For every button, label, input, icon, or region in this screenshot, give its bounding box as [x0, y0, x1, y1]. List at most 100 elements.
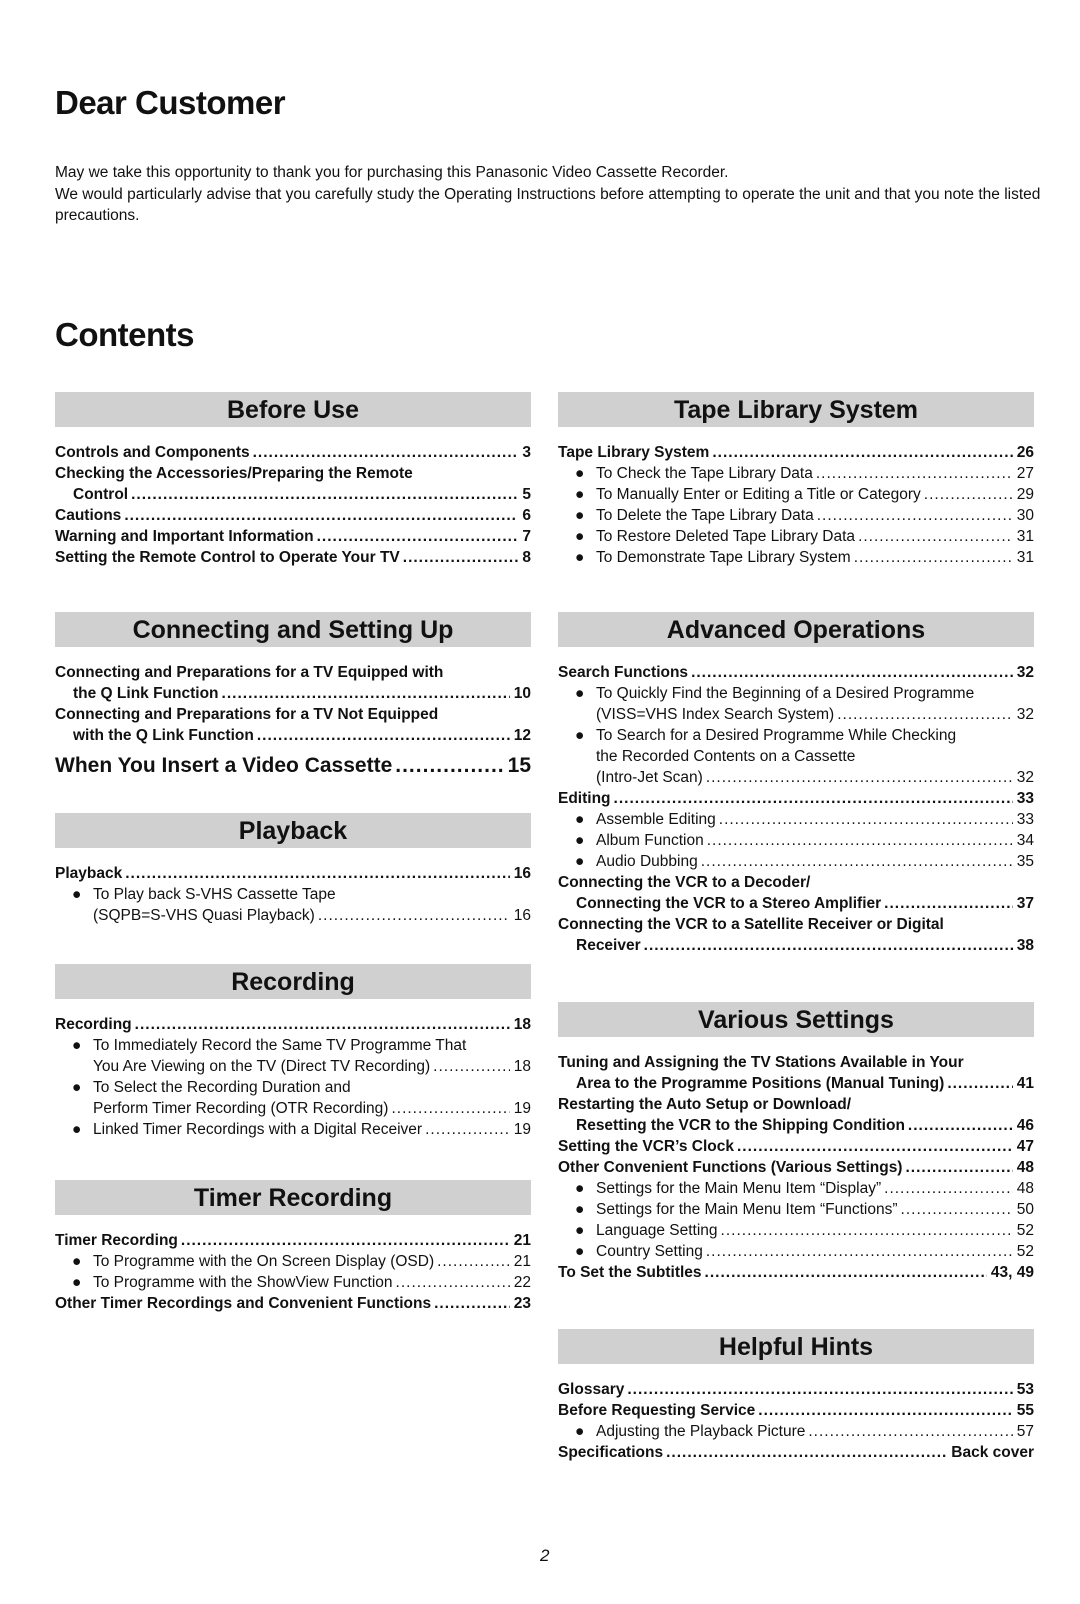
bullet-icon: ●: [575, 528, 585, 545]
toc-entry[interactable]: Other Timer Recordings and Convenient Fu…: [55, 1293, 531, 1314]
leader-dots: [403, 547, 519, 568]
toc-subentry[interactable]: ● Linked Timer Recordings with a Digital…: [55, 1119, 531, 1140]
bullet-icon: ●: [575, 507, 585, 524]
leader-dots: [858, 526, 1013, 547]
toc-subentry[interactable]: ● Adjusting the Playback Picture 57: [558, 1421, 1034, 1442]
toc-subentry[interactable]: ● To Manually Enter or Editing a Title or…: [558, 484, 1034, 505]
toc-entry[interactable]: Specifications Back cover: [558, 1442, 1034, 1463]
toc-entry[interactable]: Playback 16: [55, 863, 531, 884]
entry-title: Setting the Remote Control to Operate Yo…: [55, 549, 400, 566]
entry-title: Other Timer Recordings and Convenient Fu…: [55, 1295, 432, 1312]
greeting-paragraph: May we take this opportunity to thank yo…: [55, 164, 729, 181]
leader-dots: [391, 1098, 509, 1119]
toc-entry[interactable]: Editing 33: [558, 788, 1034, 809]
entry-title: Connecting the VCR to a Decoder/: [558, 874, 811, 891]
entry-title: the Recorded Contents on a Cassette: [596, 748, 856, 765]
toc-entry[interactable]: Connecting and Preparations for a TV Equ…: [55, 662, 531, 704]
entry-page: 46: [1016, 1117, 1034, 1134]
toc-entry-major[interactable]: When You Insert a Video Cassette 15: [55, 752, 531, 780]
toc-entry[interactable]: Connecting the VCR to a Decoder/ Connect…: [558, 872, 1034, 914]
toc-entry[interactable]: Connecting the VCR to a Satellite Receiv…: [558, 914, 1034, 956]
leader-dots: [719, 809, 1013, 830]
entry-page: 55: [1016, 1402, 1034, 1419]
entry-title: Timer Recording: [55, 1232, 178, 1249]
leader-dots: [758, 1400, 1012, 1421]
toc-entry[interactable]: Checking the Accessories/Preparing the R…: [55, 463, 531, 505]
entry-title: You Are Viewing on the TV (Direct TV Rec…: [93, 1058, 431, 1075]
entry-title: To Restore Deleted Tape Library Data: [596, 528, 856, 545]
toc-entry[interactable]: To Set the Subtitles 43, 49: [558, 1262, 1034, 1283]
toc-entry[interactable]: Glossary 53: [558, 1379, 1034, 1400]
toc-entry[interactable]: Cautions 6: [55, 505, 531, 526]
section-heading: Tape Library System: [558, 392, 1034, 427]
leader-dots: [124, 505, 518, 526]
toc-subentry[interactable]: ● Settings for the Main Menu Item “Functi…: [558, 1199, 1034, 1220]
bullet-icon: ●: [72, 1079, 82, 1096]
toc-subentry[interactable]: ● To Delete the Tape Library Data 30: [558, 505, 1034, 526]
entry-title: Search Functions: [558, 664, 689, 681]
bullet-icon: ●: [575, 727, 585, 744]
toc-subentry[interactable]: ● Album Function 34: [558, 830, 1034, 851]
toc-subentry[interactable]: ● To Immediately Record the Same TV Prog…: [55, 1035, 531, 1077]
bullet-icon: ●: [72, 1253, 82, 1270]
toc-entry[interactable]: Controls and Components 3: [55, 442, 531, 463]
toc-subentry[interactable]: ● To Programme with the ShowView Functio…: [55, 1272, 531, 1293]
entry-page: 43, 49: [990, 1264, 1034, 1281]
entry-page: 22: [513, 1274, 531, 1291]
toc-subentry[interactable]: ● To Search for a Desired Programme Whil…: [558, 725, 1034, 788]
section-advanced-operations: Advanced Operations Search Functions 32 ●…: [558, 612, 1034, 956]
leader-dots: [434, 1293, 510, 1314]
section-heading: Playback: [55, 813, 531, 848]
toc-entry[interactable]: Other Convenient Functions (Various Sett…: [558, 1157, 1034, 1178]
toc-subentry[interactable]: ● To Demonstrate Tape Library System 31: [558, 547, 1034, 568]
section-before-use: Before Use Controls and Components 3 Chec…: [55, 392, 531, 568]
leader-dots: [627, 1379, 1012, 1400]
entry-title: Connecting the VCR to a Stereo Amplifier: [576, 895, 882, 912]
entry-page: 3: [522, 444, 531, 461]
toc-subentry[interactable]: ● Assemble Editing 33: [558, 809, 1034, 830]
toc-entry[interactable]: Warning and Important Information 7: [55, 526, 531, 547]
entry-page: Back cover: [951, 1444, 1034, 1461]
bullet-icon: ●: [575, 853, 585, 870]
toc-entry[interactable]: Connecting and Preparations for a TV Not…: [55, 704, 531, 746]
section-heading: Before Use: [55, 392, 531, 427]
entry-page: 52: [1016, 1243, 1034, 1260]
toc-subentry[interactable]: ● To Restore Deleted Tape Library Data 31: [558, 526, 1034, 547]
toc-entry[interactable]: Setting the Remote Control to Operate Yo…: [55, 547, 531, 568]
greeting-paragraph: We would particularly advise that you ca…: [55, 185, 1041, 225]
entry-page: 15: [507, 754, 531, 777]
toc-entry[interactable]: Tuning and Assigning the TV Stations Ava…: [558, 1052, 1034, 1094]
toc-subentry[interactable]: ● To Programme with the On Screen Displa…: [55, 1251, 531, 1272]
entry-page: 32: [1016, 664, 1034, 681]
toc-entry[interactable]: Restarting the Auto Setup or Download/ R…: [558, 1094, 1034, 1136]
entry-page: 19: [513, 1121, 531, 1138]
toc-subentry[interactable]: ● To Quickly Find the Beginning of a Des…: [558, 683, 1034, 725]
bullet-icon: ●: [575, 685, 585, 702]
entry-title: Adjusting the Playback Picture: [596, 1423, 806, 1440]
leader-dots: [644, 935, 1013, 956]
section-helpful-hints: Helpful Hints Glossary 53 Before Requesti…: [558, 1329, 1034, 1463]
bullet-icon: ●: [575, 1222, 585, 1239]
toc-entry[interactable]: Before Requesting Service 55: [558, 1400, 1034, 1421]
leader-dots: [691, 662, 1013, 683]
entry-title: Connecting the VCR to a Satellite Receiv…: [558, 916, 944, 933]
toc-subentry[interactable]: ● Settings for the Main Menu Item “Displa…: [558, 1178, 1034, 1199]
toc-subentry[interactable]: ● Audio Dubbing 35: [558, 851, 1034, 872]
toc-entry[interactable]: Search Functions 32: [558, 662, 1034, 683]
entry-page: 37: [1016, 895, 1034, 912]
leader-dots: [425, 1119, 510, 1140]
bullet-icon: ●: [575, 1201, 585, 1218]
greeting-title: Dear Customer: [55, 84, 286, 121]
toc-entry[interactable]: Setting the VCR’s Clock 47: [558, 1136, 1034, 1157]
toc-entry[interactable]: Tape Library System 26: [558, 442, 1034, 463]
toc-entry[interactable]: Recording 18: [55, 1014, 531, 1035]
toc-subentry[interactable]: ● Language Setting 52: [558, 1220, 1034, 1241]
toc-entry[interactable]: Timer Recording 21: [55, 1230, 531, 1251]
entry-page: 47: [1016, 1138, 1034, 1155]
section-heading: Connecting and Setting Up: [55, 612, 531, 647]
toc-subentry[interactable]: ● To Select the Recording Duration and P…: [55, 1077, 531, 1119]
toc-subentry[interactable]: ● Country Setting 52: [558, 1241, 1034, 1262]
toc-subentry[interactable]: ● To Check the Tape Library Data 27: [558, 463, 1034, 484]
entry-title: Album Function: [596, 832, 704, 849]
toc-subentry[interactable]: ● To Play back S-VHS Cassette Tape (SQPB…: [55, 884, 531, 926]
